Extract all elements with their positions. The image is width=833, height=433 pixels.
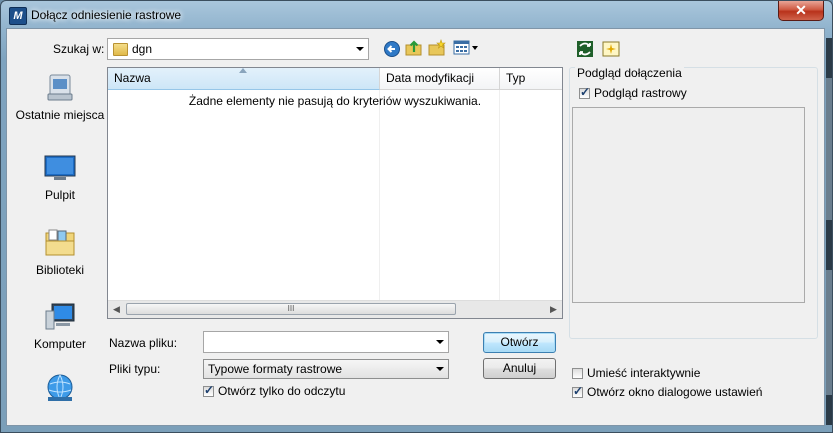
checkbox-box[interactable]	[203, 383, 214, 397]
place-recent[interactable]: Ostatnie miejsca	[13, 72, 107, 123]
filename-label: Nazwa pliku:	[109, 336, 178, 350]
refresh-preview-icon[interactable]	[576, 40, 594, 58]
place-desktop[interactable]: Pulpit	[13, 152, 107, 203]
lookin-combo[interactable]: dgn	[107, 38, 369, 60]
places-bar: Ostatnie miejsca Pulpit Biblioteki Kompu…	[13, 64, 107, 401]
chevron-down-icon	[436, 367, 444, 371]
place-network[interactable]	[13, 372, 107, 408]
settings-dialog-label: Otwórz okno dialogowe ustawień	[587, 385, 763, 399]
readonly-checkbox[interactable]: Otwórz tylko do odczytu	[203, 383, 346, 398]
scroll-right-icon[interactable]: ▶	[545, 301, 562, 318]
settings-dialog-checkbox[interactable]: Otwórz okno dialogowe ustawień	[572, 384, 763, 399]
place-label: Pulpit	[44, 188, 76, 202]
libraries-icon	[44, 227, 76, 259]
filename-input[interactable]	[203, 331, 449, 353]
folder-icon	[113, 43, 128, 56]
scroll-thumb[interactable]: III	[126, 303, 456, 315]
desktop-icon	[44, 152, 76, 184]
place-interactive-checkbox[interactable]: Umieść interaktywnie	[572, 366, 700, 380]
readonly-label: Otwórz tylko do odczytu	[218, 384, 346, 398]
column-header-date[interactable]: Data modyfikacji	[380, 68, 500, 90]
scroll-left-icon[interactable]: ◀	[108, 301, 125, 318]
column-header-type[interactable]: Typ	[500, 68, 562, 90]
close-button[interactable]: ✕	[778, 1, 824, 21]
background-window-edge-block	[826, 38, 832, 78]
column-header-name[interactable]: Nazwa	[108, 68, 380, 90]
raster-preview-label: Podgląd rastrowy	[594, 86, 687, 100]
column-divider	[379, 90, 380, 300]
title-bar[interactable]: M Dołącz odniesienie rastrowe ✕	[1, 1, 832, 29]
lookin-label: Szukaj w:	[53, 42, 105, 56]
window-title: Dołącz odniesienie rastrowe	[31, 8, 182, 22]
dialog-client-area: Szukaj w: dgn Ostatnie miejsca Pulpit Bi…	[6, 28, 825, 426]
horizontal-scrollbar[interactable]: ◀ III ▶	[108, 300, 562, 318]
column-divider	[499, 90, 500, 300]
open-button[interactable]: Otwórz	[483, 332, 556, 353]
cancel-button[interactable]: Anuluj	[483, 358, 556, 379]
checkbox-box[interactable]	[572, 367, 583, 379]
place-label: Komputer	[33, 337, 87, 351]
network-icon	[44, 372, 76, 404]
new-folder-icon[interactable]	[428, 39, 446, 57]
column-header-label: Nazwa	[114, 71, 151, 85]
column-header-label: Typ	[506, 71, 526, 85]
microstation-app-icon: M	[9, 7, 27, 25]
chevron-down-icon	[436, 340, 444, 344]
view-menu-icon[interactable]	[453, 39, 479, 57]
lookin-value: dgn	[132, 42, 153, 56]
checkbox-box[interactable]	[572, 384, 583, 398]
back-icon[interactable]	[383, 40, 401, 58]
recent-places-icon	[44, 72, 76, 104]
chevron-down-icon	[356, 47, 364, 51]
preview-settings-icon[interactable]	[602, 40, 620, 58]
checkbox-box[interactable]	[579, 85, 590, 99]
file-list[interactable]: Nazwa Data modyfikacji Typ Żadne element…	[107, 67, 563, 319]
filetype-select[interactable]: Typowe formaty rastrowe	[203, 359, 449, 379]
background-window-edge-block	[826, 395, 832, 425]
place-libraries[interactable]: Biblioteki	[13, 227, 107, 278]
column-header-label: Data modyfikacji	[386, 71, 475, 85]
place-label: Ostatnie miejsca	[15, 108, 105, 122]
place-label: Biblioteki	[35, 263, 85, 277]
computer-icon	[44, 301, 76, 333]
background-window-edge-block	[826, 220, 832, 270]
sort-ascending-icon	[239, 68, 247, 73]
empty-message: Żadne elementy nie pasują do kryteriów w…	[188, 94, 482, 108]
raster-preview-checkbox[interactable]: Podgląd rastrowy	[579, 85, 687, 100]
preview-pane	[572, 107, 805, 303]
place-interactive-label: Umieść interaktywnie	[587, 366, 701, 380]
place-computer[interactable]: Komputer	[13, 301, 107, 352]
preview-group-title: Podgląd dołączenia	[575, 66, 684, 80]
up-folder-icon[interactable]	[405, 39, 423, 57]
filetype-label: Pliki typu:	[109, 362, 161, 376]
filetype-value: Typowe formaty rastrowe	[208, 362, 343, 376]
